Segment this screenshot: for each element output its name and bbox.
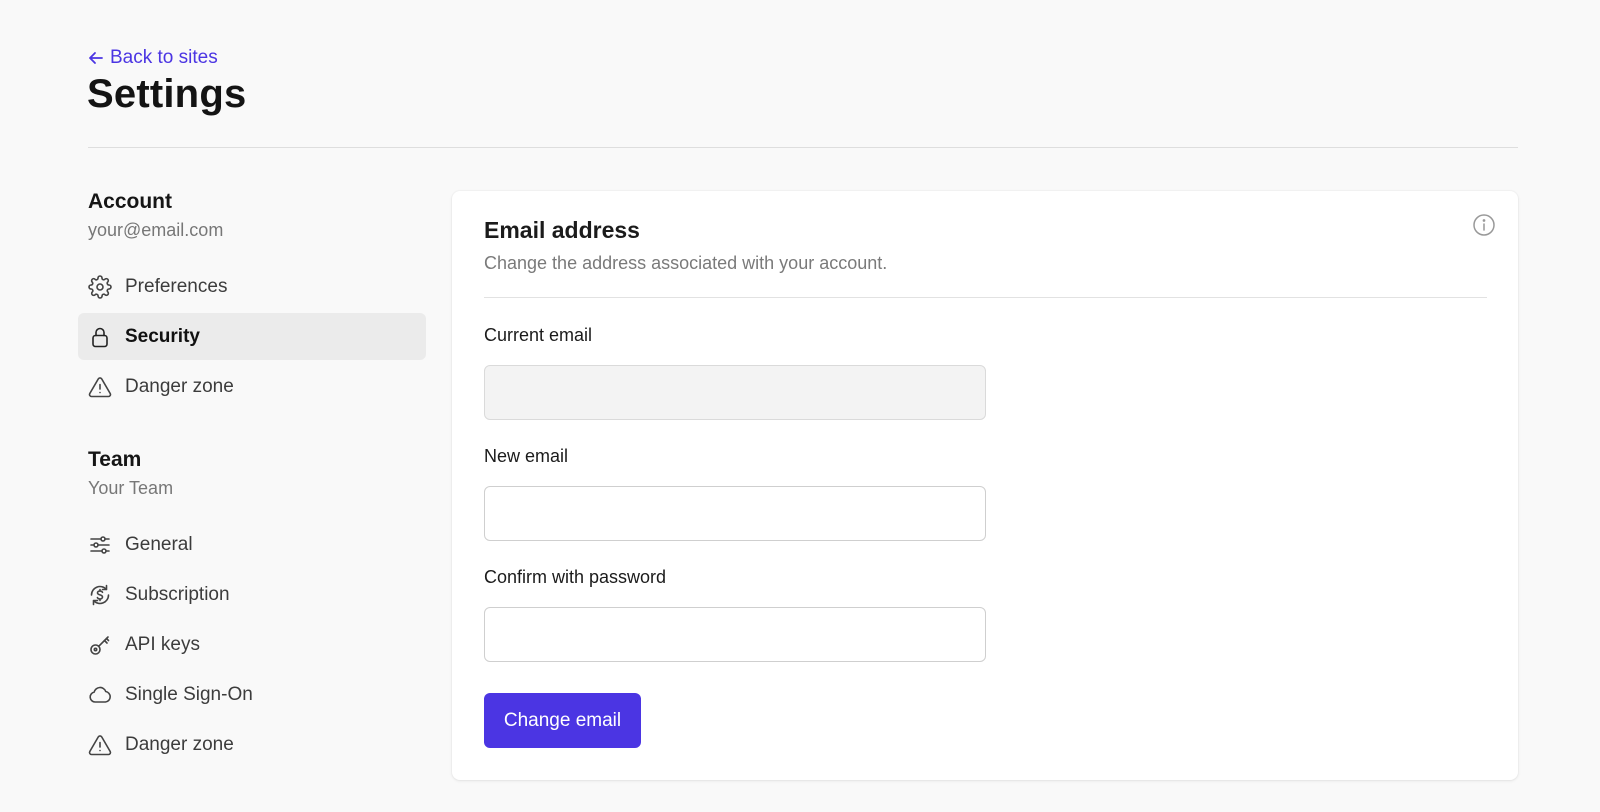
sidebar-item-single-sign-on[interactable]: Single Sign-On: [78, 671, 426, 718]
sidebar-item-label: API keys: [125, 633, 200, 655]
gear-icon: [88, 274, 112, 299]
warning-icon: [88, 375, 112, 399]
sidebar-item-account-danger-zone[interactable]: Danger zone: [78, 363, 426, 410]
sidebar-item-label: Security: [125, 325, 200, 347]
info-icon[interactable]: [1472, 213, 1496, 237]
card-subtitle: Change the address associated with your …: [484, 253, 888, 273]
team-name: Your Team: [88, 478, 174, 498]
sidebar-item-label: Danger zone: [125, 375, 234, 397]
subscription-icon: [88, 583, 112, 607]
settings-sidebar: Account your@email.com Preferences Secur…: [78, 190, 426, 771]
sidebar-item-label: Single Sign-On: [125, 683, 253, 705]
new-email-field[interactable]: [484, 486, 986, 541]
cloud-icon: [88, 683, 112, 707]
sidebar-item-label: Danger zone: [125, 733, 234, 755]
key-icon: [88, 633, 112, 657]
warning-icon: [88, 733, 112, 757]
sidebar-item-api-keys[interactable]: API keys: [78, 621, 426, 668]
current-email-label: Current email: [484, 325, 593, 345]
account-section: Account your@email.com Preferences Secur…: [78, 190, 426, 410]
new-email-label: New email: [484, 446, 569, 466]
confirm-password-field[interactable]: [484, 607, 986, 662]
sidebar-item-label: General: [125, 533, 193, 555]
card-divider: [484, 297, 1487, 298]
sidebar-item-general[interactable]: General: [78, 521, 426, 568]
team-section: Team Your Team General Subscription API …: [78, 448, 426, 768]
lock-icon: [88, 325, 112, 349]
current-email-field: [484, 365, 986, 420]
sidebar-item-security[interactable]: Security: [78, 313, 426, 360]
sidebar-item-label: Preferences: [125, 275, 228, 297]
card-title: Email address: [484, 217, 640, 243]
change-email-button[interactable]: Change email: [484, 693, 641, 748]
account-email: your@email.com: [88, 220, 224, 240]
team-section-title: Team: [88, 448, 142, 471]
email-settings-card: Email address Change the address associa…: [452, 191, 1518, 780]
sidebar-item-subscription[interactable]: Subscription: [78, 571, 426, 618]
sidebar-item-preferences[interactable]: Preferences: [78, 263, 426, 310]
sidebar-item-team-danger-zone[interactable]: Danger zone: [78, 721, 426, 768]
page-title: Settings: [87, 72, 247, 116]
arrow-left-icon: [89, 52, 103, 64]
confirm-password-label: Confirm with password: [484, 567, 667, 587]
back-link-label: Back to sites: [110, 47, 218, 68]
back-to-sites-link[interactable]: Back to sites: [88, 47, 218, 69]
sidebar-item-label: Subscription: [125, 583, 230, 605]
header-divider: [88, 147, 1518, 148]
account-section-title: Account: [88, 190, 172, 213]
sliders-icon: [88, 533, 112, 557]
